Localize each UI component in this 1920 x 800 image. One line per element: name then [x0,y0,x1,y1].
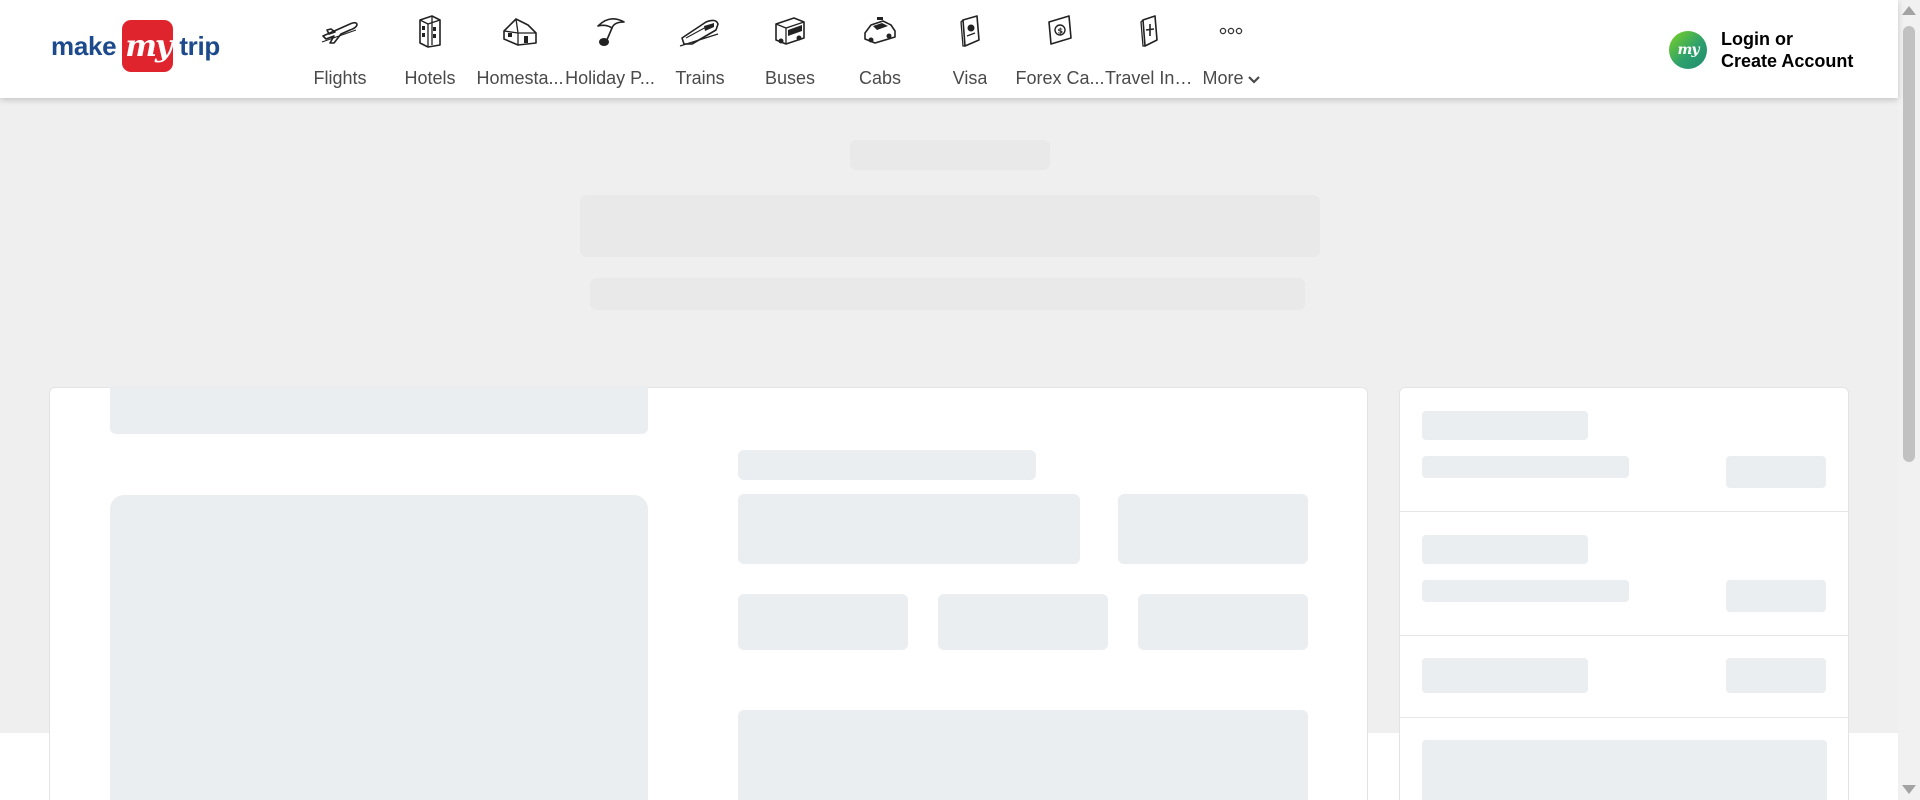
nav-item-trains[interactable]: Trains [655,0,745,98]
hero-search-placeholder [580,195,1320,257]
user-avatar-icon: my [1669,31,1707,69]
side-summary-card-loading [1399,387,1849,800]
side-section-2 [1400,512,1848,636]
makemytrip-logo[interactable]: make my trip [51,19,220,73]
login-line-2: Create Account [1721,51,1854,71]
side-text-placeholder [1422,456,1629,478]
detail-block-placeholder [738,494,1080,564]
nav-label: More [1202,68,1260,89]
nav-label: Travel Ins... [1105,68,1195,88]
holiday-umbrella-icon [588,12,632,50]
logo-text-trip: trip [179,30,220,61]
nav-item-travel-insurance[interactable]: Travel Ins... [1105,0,1195,98]
nav-item-flights[interactable]: Flights [295,0,385,98]
gallery-image-placeholder [110,495,648,800]
option-placeholder-3 [1138,594,1308,650]
description-placeholder [738,710,1308,800]
nav-label: Visa [952,68,988,88]
side-value-placeholder [1726,580,1826,612]
nav-item-forex-card[interactable]: $ Forex Ca... [1015,0,1105,98]
scroll-up-arrow-icon[interactable] [1902,6,1916,15]
page-scrollbar[interactable] [1898,0,1920,800]
more-label: More [1202,68,1244,88]
nav-item-visa[interactable]: Visa [925,0,1015,98]
nav-item-cabs[interactable]: Cabs [835,0,925,98]
nav-item-homestays[interactable]: Homesta... [475,0,565,98]
nav-label: Forex Ca... [1015,68,1105,88]
nav-label: Flights [313,68,367,88]
side-title-placeholder [1422,411,1588,440]
side-section-1 [1400,388,1848,512]
nav-label: Homesta... [476,68,564,88]
side-section-3 [1400,636,1848,718]
login-line-1: Login or [1721,29,1793,49]
title-placeholder [738,450,1036,480]
login-create-account-button[interactable]: my Login or Create Account [1669,28,1853,72]
nav-label: Trains [675,68,725,88]
nav-item-hotels[interactable]: Hotels [385,0,475,98]
nav-item-holiday-packages[interactable]: Holiday P... [565,0,655,98]
side-text-placeholder [1422,580,1629,602]
cab-icon [858,12,902,50]
side-title-placeholder [1422,535,1588,564]
login-text: Login or Create Account [1721,28,1853,72]
plane-icon [318,12,362,50]
nav-label: Cabs [858,68,902,88]
option-placeholder-1 [738,594,908,650]
side-total-value-placeholder [1726,658,1826,693]
side-value-placeholder [1726,456,1826,488]
side-button-placeholder [1422,740,1827,800]
logo-badge-my: my [122,20,174,72]
chevron-down-icon [1247,75,1260,84]
hero-title-placeholder [850,140,1050,170]
option-placeholder-2 [938,594,1108,650]
homestay-house-icon [498,12,542,50]
forex-card-icon: $ [1038,12,1082,50]
nav-item-buses[interactable]: Buses [745,0,835,98]
nav-label: Holiday P... [565,68,655,88]
nav-item-more[interactable]: More [1195,0,1267,98]
nav-label: Buses [764,68,816,88]
nav-label: Hotels [404,68,456,88]
main-content-card-loading [49,386,1368,800]
travel-insurance-icon [1128,12,1172,50]
price-block-placeholder [1118,494,1308,564]
bus-icon [768,12,812,50]
hotel-building-icon [408,12,452,50]
gallery-header-placeholder [110,386,648,434]
scroll-thumb[interactable] [1903,26,1915,462]
side-total-label-placeholder [1422,658,1588,693]
train-icon [678,12,722,50]
scroll-down-arrow-icon[interactable] [1902,785,1916,794]
more-dots-icon [1209,12,1253,50]
visa-passport-icon [948,12,992,50]
svg-text:$: $ [1058,27,1064,36]
hero-subtitle-placeholder [590,278,1305,310]
logo-text-make: make [51,30,117,61]
top-header: make my trip Flights Hotels Homesta... H… [0,0,1898,98]
product-nav: Flights Hotels Homesta... Holiday P... T… [295,0,1267,98]
